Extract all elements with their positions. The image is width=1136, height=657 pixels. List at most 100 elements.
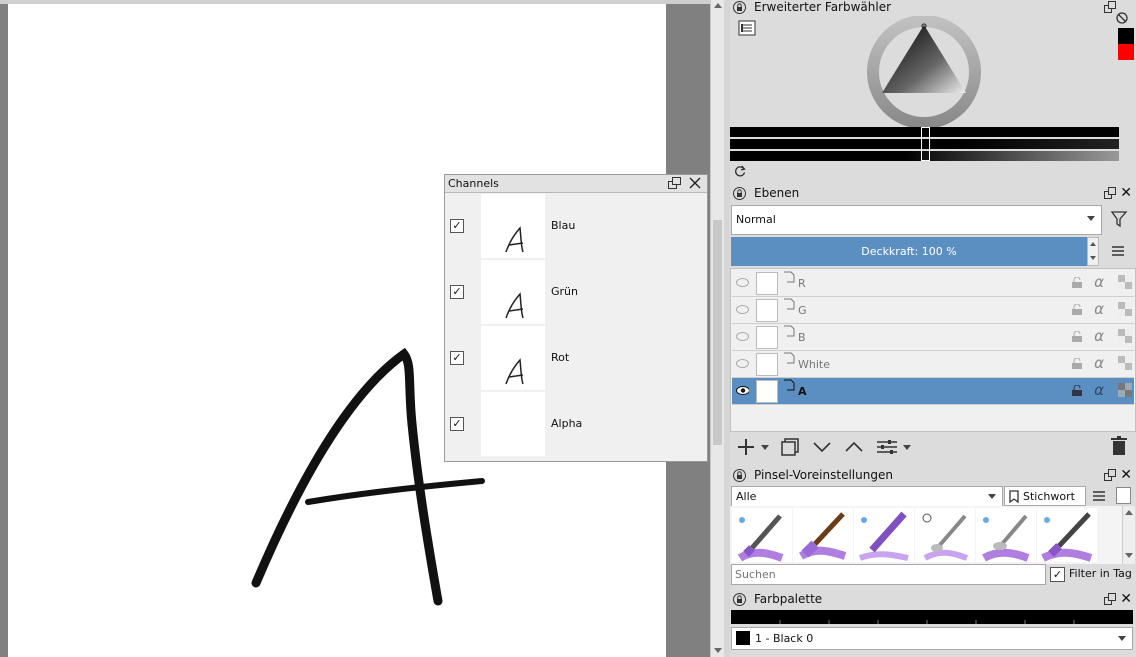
filter-icon[interactable] (1110, 210, 1130, 230)
inherit-alpha-icon[interactable] (1118, 383, 1132, 397)
add-layer-icon[interactable] (736, 437, 756, 457)
duplicate-layer-icon[interactable] (780, 437, 800, 457)
alpha-lock-icon[interactable]: α (1094, 327, 1104, 345)
channel-row-gruen[interactable]: ✓ Grün (445, 259, 705, 325)
channel-label: Rot (551, 351, 570, 364)
scroll-down-icon[interactable] (1125, 553, 1133, 558)
layer-row-selected[interactable]: A α (732, 378, 1134, 405)
brush-grid-scrollbar[interactable] (1122, 506, 1135, 564)
palette-color-select[interactable]: 1 - Black 0 (731, 627, 1133, 650)
chevron-down-icon[interactable] (761, 445, 769, 450)
float-icon[interactable] (1104, 593, 1116, 605)
selected-color-label: 1 - Black 0 (755, 632, 814, 645)
visibility-off-icon[interactable] (736, 303, 749, 316)
reset-colors-icon[interactable] (1116, 12, 1128, 24)
opacity-label: Deckkraft: 100 % (861, 245, 957, 258)
unlock-icon[interactable] (1072, 358, 1082, 369)
list-view-icon[interactable] (1092, 490, 1106, 502)
spin-up-icon[interactable] (1090, 242, 1096, 246)
menu-icon[interactable] (1111, 245, 1127, 259)
tag-button-label: Stichwort (1023, 490, 1075, 503)
inherit-alpha-icon[interactable] (1118, 275, 1132, 289)
brush-settings-icon[interactable] (1116, 487, 1131, 504)
refresh-icon[interactable] (733, 164, 747, 178)
color-triangle-selector[interactable] (866, 16, 982, 128)
lock-icon[interactable] (733, 187, 746, 200)
lock-icon[interactable] (733, 593, 746, 606)
channel-row-alpha[interactable]: ✓ Alpha (445, 391, 705, 457)
delete-layer-icon[interactable] (1110, 436, 1128, 456)
layer-row[interactable]: B α (732, 324, 1134, 351)
visibility-on-icon[interactable] (736, 384, 749, 397)
blend-mode-select[interactable]: Normal (731, 205, 1102, 235)
channel-checkbox[interactable]: ✓ (450, 351, 464, 365)
opacity-spinner[interactable] (1087, 237, 1099, 266)
chevron-down-icon[interactable] (903, 445, 911, 450)
palette-swatch-row[interactable] (731, 610, 1133, 624)
layer-row[interactable]: G α (732, 297, 1134, 324)
visibility-off-icon[interactable] (736, 357, 749, 370)
move-down-icon[interactable] (812, 440, 832, 454)
unlock-icon[interactable] (1072, 277, 1082, 288)
inherit-alpha-icon[interactable] (1118, 302, 1132, 316)
close-icon[interactable]: ✕ (1120, 468, 1132, 482)
lock-icon[interactable] (733, 1, 746, 14)
layer-row[interactable]: White α (732, 351, 1134, 378)
float-icon[interactable] (1104, 469, 1116, 481)
alpha-lock-icon[interactable]: α (1094, 354, 1104, 372)
layers-titlebar[interactable]: Ebenen ✕ (730, 186, 1136, 202)
filter-in-tag-checkbox[interactable]: ✓ (1050, 567, 1065, 582)
layer-properties-icon[interactable] (876, 438, 898, 456)
color-selector-titlebar[interactable]: Erweiterter Farbwähler (730, 0, 1136, 16)
inherit-alpha-icon[interactable] (1118, 329, 1132, 343)
close-icon[interactable]: ✕ (1120, 186, 1132, 200)
brush-preset-thumbnail[interactable] (976, 508, 1036, 562)
unlock-icon[interactable] (1072, 304, 1082, 315)
settings-list-icon[interactable] (738, 20, 756, 38)
channel-checkbox[interactable]: ✓ (450, 219, 464, 233)
alpha-lock-icon[interactable]: α (1094, 381, 1104, 399)
alpha-lock-icon[interactable]: α (1094, 273, 1104, 291)
channel-checkbox[interactable]: ✓ (450, 285, 464, 299)
brush-preset-thumbnail[interactable] (915, 508, 975, 562)
visibility-off-icon[interactable] (736, 330, 749, 343)
close-icon[interactable] (689, 177, 701, 189)
inherit-alpha-icon[interactable] (1118, 356, 1132, 370)
channel-row-rot[interactable]: ✓ Rot (445, 325, 705, 391)
scroll-down-icon[interactable] (714, 648, 722, 653)
brush-presets-titlebar[interactable]: Pinsel-Voreinstellungen ✕ (730, 468, 1136, 484)
scroll-up-icon[interactable] (1125, 510, 1133, 515)
palette-titlebar[interactable]: Farbpalette ✕ (730, 592, 1136, 608)
float-icon[interactable] (668, 177, 681, 189)
lock-icon[interactable] (733, 469, 746, 482)
slider-handle[interactable] (921, 127, 930, 161)
brush-tag-filter-select[interactable]: Alle (731, 486, 1003, 508)
move-up-icon[interactable] (844, 440, 864, 454)
tag-button[interactable]: Stichwort (1004, 486, 1086, 506)
brush-preset-thumbnail[interactable] (1037, 508, 1097, 562)
unlock-icon[interactable] (1072, 385, 1082, 396)
brush-search-input[interactable] (731, 564, 1046, 585)
visibility-off-icon[interactable] (736, 276, 749, 289)
unlock-icon[interactable] (1072, 331, 1082, 342)
alpha-lock-icon[interactable]: α (1094, 300, 1104, 318)
scroll-up-icon[interactable] (714, 3, 722, 8)
close-icon[interactable]: ✕ (1120, 592, 1132, 606)
canvas-vertical-scrollbar[interactable] (710, 0, 725, 657)
float-icon[interactable] (1104, 1, 1116, 13)
spin-down-icon[interactable] (1090, 256, 1096, 260)
foreground-color-swatch[interactable] (1118, 28, 1134, 44)
chevron-down-icon (1118, 636, 1126, 641)
channel-row-blau[interactable]: ✓ Blau (445, 193, 705, 259)
brush-preset-thumbnail[interactable] (732, 508, 792, 562)
background-color-swatch[interactable] (1118, 44, 1134, 60)
channels-titlebar[interactable]: Channels (445, 175, 707, 193)
brush-preset-thumbnail[interactable] (854, 508, 914, 562)
opacity-slider[interactable]: Deckkraft: 100 % (731, 237, 1087, 266)
brush-preset-thumbnail[interactable] (793, 508, 853, 562)
selected-color-swatch (736, 631, 750, 645)
layer-row[interactable]: R α (732, 270, 1134, 297)
channel-checkbox[interactable]: ✓ (450, 417, 464, 431)
scrollbar-thumb[interactable] (713, 220, 722, 445)
float-icon[interactable] (1104, 187, 1116, 199)
